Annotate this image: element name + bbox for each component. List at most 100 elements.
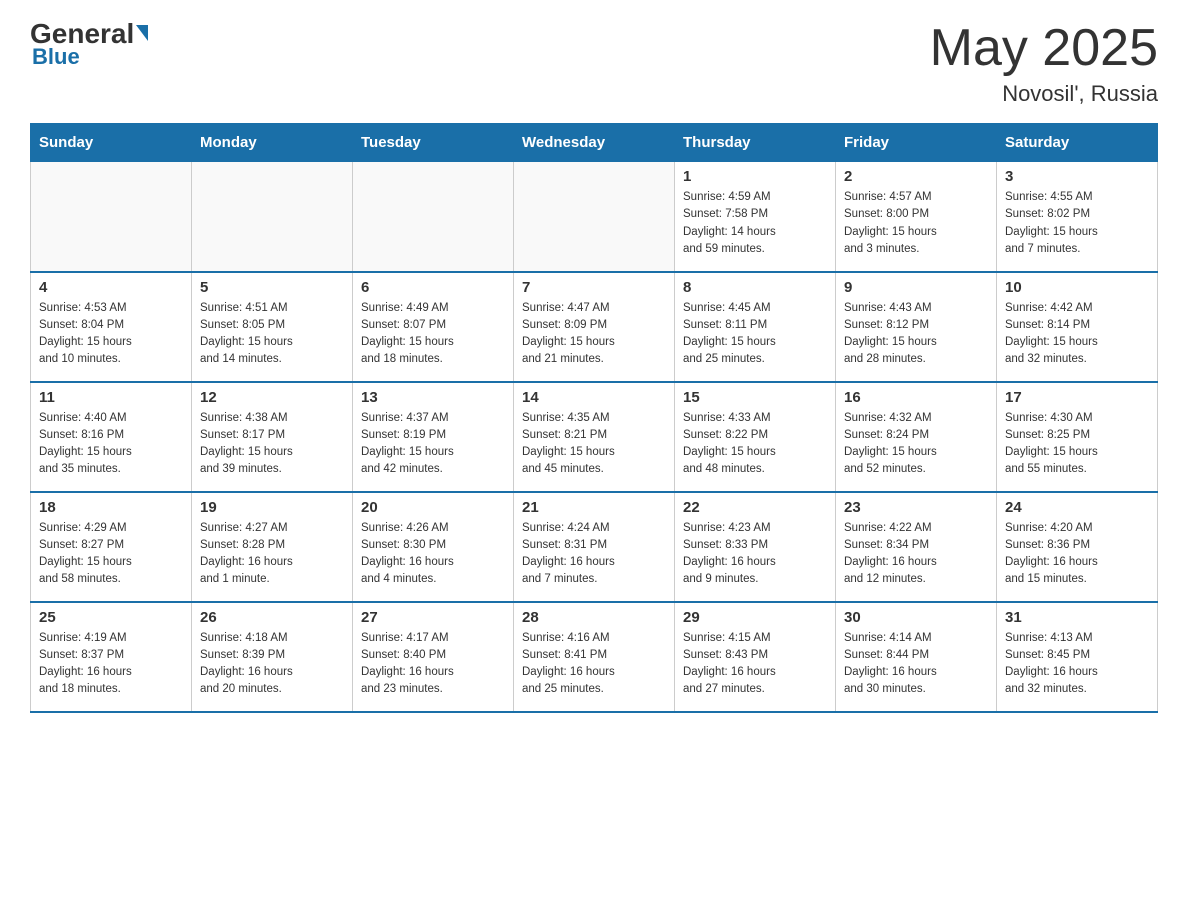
- calendar-cell: 16 Sunrise: 4:32 AM Sunset: 8:24 PM Dayli…: [836, 382, 997, 492]
- day-number: 15: [683, 389, 827, 406]
- day-number: 23: [844, 499, 988, 516]
- day-number: 19: [200, 499, 344, 516]
- day-info: Sunrise: 4:37 AM Sunset: 8:19 PM Dayligh…: [361, 410, 505, 479]
- day-info: Sunrise: 4:57 AM Sunset: 8:00 PM Dayligh…: [844, 189, 988, 258]
- day-number: 26: [200, 609, 344, 626]
- day-info: Sunrise: 4:13 AM Sunset: 8:45 PM Dayligh…: [1005, 630, 1149, 699]
- calendar-cell: 4Sunrise: 4:53 AM Sunset: 8:04 PM Daylig…: [31, 272, 192, 382]
- day-number: 24: [1005, 499, 1149, 516]
- day-info: Sunrise: 4:42 AM Sunset: 8:14 PM Dayligh…: [1005, 300, 1149, 369]
- logo-triangle-icon: [136, 25, 148, 41]
- page-header: General Blue May 2025 Novosil', Russia: [30, 20, 1158, 107]
- calendar-cell: 9Sunrise: 4:43 AM Sunset: 8:12 PM Daylig…: [836, 272, 997, 382]
- calendar-cell: 21 Sunrise: 4:24 AM Sunset: 8:31 PM Dayli…: [514, 492, 675, 602]
- day-number: 31: [1005, 609, 1149, 626]
- day-info: Sunrise: 4:40 AM Sunset: 8:16 PM Dayligh…: [39, 410, 183, 479]
- calendar-cell: 29 Sunrise: 4:15 AM Sunset: 8:43 PM Dayli…: [675, 602, 836, 712]
- calendar-cell: 17 Sunrise: 4:30 AM Sunset: 8:25 PM Dayli…: [997, 382, 1158, 492]
- day-info: Sunrise: 4:43 AM Sunset: 8:12 PM Dayligh…: [844, 300, 988, 369]
- calendar-cell: [31, 162, 192, 272]
- day-info: Sunrise: 4:20 AM Sunset: 8:36 PM Dayligh…: [1005, 520, 1149, 589]
- day-number: 7: [522, 279, 666, 296]
- calendar-week-4: 18 Sunrise: 4:29 AM Sunset: 8:27 PM Dayli…: [31, 492, 1158, 602]
- calendar-week-1: 1Sunrise: 4:59 AM Sunset: 7:58 PM Daylig…: [31, 162, 1158, 272]
- day-info: Sunrise: 4:26 AM Sunset: 8:30 PM Dayligh…: [361, 520, 505, 589]
- day-number: 17: [1005, 389, 1149, 406]
- calendar-cell: 18 Sunrise: 4:29 AM Sunset: 8:27 PM Dayli…: [31, 492, 192, 602]
- calendar-cell: 27 Sunrise: 4:17 AM Sunset: 8:40 PM Dayli…: [353, 602, 514, 712]
- day-info: Sunrise: 4:15 AM Sunset: 8:43 PM Dayligh…: [683, 630, 827, 699]
- day-number: 25: [39, 609, 183, 626]
- calendar-week-3: 11 Sunrise: 4:40 AM Sunset: 8:16 PM Dayli…: [31, 382, 1158, 492]
- calendar-cell: 19 Sunrise: 4:27 AM Sunset: 8:28 PM Dayli…: [192, 492, 353, 602]
- weekday-header-saturday: Saturday: [997, 124, 1158, 162]
- logo-blue-text: Blue: [30, 44, 80, 70]
- day-info: Sunrise: 4:49 AM Sunset: 8:07 PM Dayligh…: [361, 300, 505, 369]
- day-info: Sunrise: 4:45 AM Sunset: 8:11 PM Dayligh…: [683, 300, 827, 369]
- calendar-cell: 12Sunrise: 4:38 AM Sunset: 8:17 PM Dayli…: [192, 382, 353, 492]
- day-number: 12: [200, 389, 344, 406]
- day-number: 29: [683, 609, 827, 626]
- day-number: 5: [200, 279, 344, 296]
- day-number: 10: [1005, 279, 1149, 296]
- calendar-cell: 24 Sunrise: 4:20 AM Sunset: 8:36 PM Dayli…: [997, 492, 1158, 602]
- day-info: Sunrise: 4:23 AM Sunset: 8:33 PM Dayligh…: [683, 520, 827, 589]
- calendar-cell: 13 Sunrise: 4:37 AM Sunset: 8:19 PM Dayli…: [353, 382, 514, 492]
- day-info: Sunrise: 4:47 AM Sunset: 8:09 PM Dayligh…: [522, 300, 666, 369]
- day-number: 21: [522, 499, 666, 516]
- calendar-week-5: 25 Sunrise: 4:19 AM Sunset: 8:37 PM Dayli…: [31, 602, 1158, 712]
- day-info: Sunrise: 4:24 AM Sunset: 8:31 PM Dayligh…: [522, 520, 666, 589]
- day-info: Sunrise: 4:55 AM Sunset: 8:02 PM Dayligh…: [1005, 189, 1149, 258]
- calendar-cell: [514, 162, 675, 272]
- day-number: 16: [844, 389, 988, 406]
- day-number: 4: [39, 279, 183, 296]
- day-info: Sunrise: 4:17 AM Sunset: 8:40 PM Dayligh…: [361, 630, 505, 699]
- weekday-header-tuesday: Tuesday: [353, 124, 514, 162]
- calendar-cell: 5 Sunrise: 4:51 AM Sunset: 8:05 PM Daylig…: [192, 272, 353, 382]
- calendar-cell: 3Sunrise: 4:55 AM Sunset: 8:02 PM Daylig…: [997, 162, 1158, 272]
- calendar-cell: 8 Sunrise: 4:45 AM Sunset: 8:11 PM Daylig…: [675, 272, 836, 382]
- calendar-cell: 10 Sunrise: 4:42 AM Sunset: 8:14 PM Dayli…: [997, 272, 1158, 382]
- weekday-header-friday: Friday: [836, 124, 997, 162]
- day-number: 30: [844, 609, 988, 626]
- calendar-header: SundayMondayTuesdayWednesdayThursdayFrid…: [31, 124, 1158, 162]
- day-info: Sunrise: 4:59 AM Sunset: 7:58 PM Dayligh…: [683, 189, 827, 258]
- day-number: 14: [522, 389, 666, 406]
- weekday-header-sunday: Sunday: [31, 124, 192, 162]
- calendar-table: SundayMondayTuesdayWednesdayThursdayFrid…: [30, 123, 1158, 713]
- day-number: 13: [361, 389, 505, 406]
- calendar-cell: 25 Sunrise: 4:19 AM Sunset: 8:37 PM Dayli…: [31, 602, 192, 712]
- day-number: 6: [361, 279, 505, 296]
- day-info: Sunrise: 4:27 AM Sunset: 8:28 PM Dayligh…: [200, 520, 344, 589]
- calendar-cell: 22 Sunrise: 4:23 AM Sunset: 8:33 PM Dayli…: [675, 492, 836, 602]
- calendar-cell: 30Sunrise: 4:14 AM Sunset: 8:44 PM Dayli…: [836, 602, 997, 712]
- day-info: Sunrise: 4:51 AM Sunset: 8:05 PM Dayligh…: [200, 300, 344, 369]
- calendar-cell: 28Sunrise: 4:16 AM Sunset: 8:41 PM Dayli…: [514, 602, 675, 712]
- day-number: 11: [39, 389, 183, 406]
- calendar-cell: 11 Sunrise: 4:40 AM Sunset: 8:16 PM Dayli…: [31, 382, 192, 492]
- calendar-cell: [192, 162, 353, 272]
- day-info: Sunrise: 4:30 AM Sunset: 8:25 PM Dayligh…: [1005, 410, 1149, 479]
- day-number: 27: [361, 609, 505, 626]
- calendar-cell: 23Sunrise: 4:22 AM Sunset: 8:34 PM Dayli…: [836, 492, 997, 602]
- day-number: 8: [683, 279, 827, 296]
- day-info: Sunrise: 4:19 AM Sunset: 8:37 PM Dayligh…: [39, 630, 183, 699]
- day-info: Sunrise: 4:32 AM Sunset: 8:24 PM Dayligh…: [844, 410, 988, 479]
- month-year-title: May 2025: [930, 20, 1158, 77]
- day-number: 2: [844, 168, 988, 185]
- day-number: 18: [39, 499, 183, 516]
- title-block: May 2025 Novosil', Russia: [930, 20, 1158, 107]
- calendar-cell: 2 Sunrise: 4:57 AM Sunset: 8:00 PM Daylig…: [836, 162, 997, 272]
- day-number: 20: [361, 499, 505, 516]
- calendar-cell: 20 Sunrise: 4:26 AM Sunset: 8:30 PM Dayli…: [353, 492, 514, 602]
- weekday-header-row: SundayMondayTuesdayWednesdayThursdayFrid…: [31, 124, 1158, 162]
- day-number: 22: [683, 499, 827, 516]
- calendar-cell: 6 Sunrise: 4:49 AM Sunset: 8:07 PM Daylig…: [353, 272, 514, 382]
- calendar-cell: [353, 162, 514, 272]
- calendar-cell: 15 Sunrise: 4:33 AM Sunset: 8:22 PM Dayli…: [675, 382, 836, 492]
- calendar-cell: 26Sunrise: 4:18 AM Sunset: 8:39 PM Dayli…: [192, 602, 353, 712]
- calendar-cell: 14Sunrise: 4:35 AM Sunset: 8:21 PM Dayli…: [514, 382, 675, 492]
- day-info: Sunrise: 4:29 AM Sunset: 8:27 PM Dayligh…: [39, 520, 183, 589]
- day-info: Sunrise: 4:16 AM Sunset: 8:41 PM Dayligh…: [522, 630, 666, 699]
- day-info: Sunrise: 4:33 AM Sunset: 8:22 PM Dayligh…: [683, 410, 827, 479]
